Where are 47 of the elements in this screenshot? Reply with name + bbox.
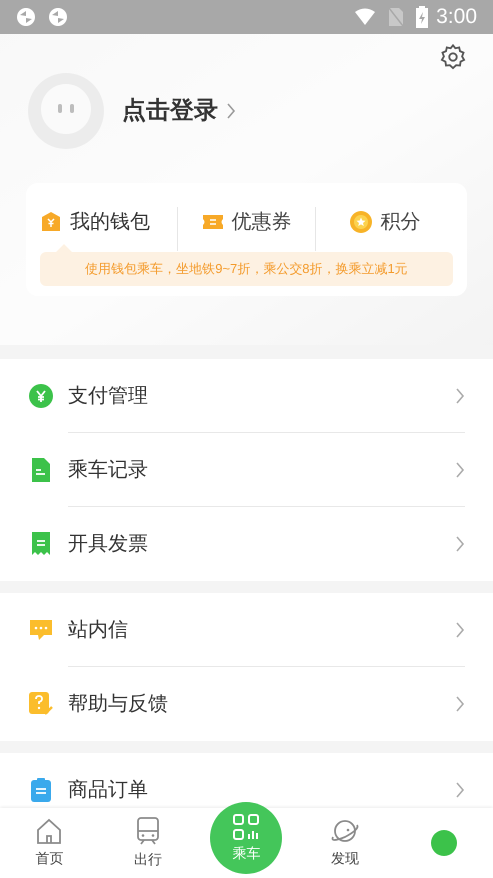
nav-tab[interactable]: 首页 — [35, 808, 64, 878]
chevron-right-icon — [455, 695, 465, 713]
menu-item[interactable]: 商品订单 — [0, 753, 493, 808]
wifi-icon — [354, 8, 376, 26]
clock-time: 3:00 — [436, 4, 477, 30]
sync-icon — [48, 7, 68, 27]
battery-charging-icon — [416, 6, 428, 28]
wallet-tab[interactable]: 优惠券 — [202, 207, 292, 251]
settings-icon[interactable] — [439, 43, 467, 71]
chevron-right-icon — [455, 535, 465, 553]
yen-icon — [28, 383, 54, 409]
menu-item[interactable]: 站内信 — [0, 593, 493, 667]
chat-icon — [28, 618, 54, 642]
menu-label: 帮助与反馈 — [68, 692, 169, 717]
qr-code-icon — [232, 812, 260, 840]
login-link[interactable]: 点击登录 — [122, 93, 236, 129]
help-icon — [28, 691, 54, 717]
receipt-icon — [30, 531, 52, 557]
chevron-right-icon — [455, 460, 465, 478]
wallet-tab[interactable]: 积分 — [348, 207, 420, 251]
promo-banner: 使用钱包乘车，坐地铁9~7折，乘公交8折，换乘立减1元 — [40, 252, 453, 286]
menu-label: 开具发票 — [68, 532, 149, 557]
chevron-right-icon — [455, 386, 465, 404]
menu-item[interactable]: 支付管理 — [0, 359, 493, 433]
nav-tab[interactable]: 出行 — [134, 808, 162, 878]
menu-item[interactable]: 开具发票 — [0, 507, 493, 581]
home-icon — [35, 817, 64, 845]
sync-icon — [16, 7, 36, 27]
menu-label: 站内信 — [68, 618, 129, 642]
menu-label: 乘车记录 — [68, 458, 149, 482]
document-icon — [30, 457, 52, 483]
wallet-icon — [40, 211, 62, 233]
no-sim-icon — [388, 7, 404, 27]
menu-label: 商品订单 — [68, 778, 149, 803]
chevron-right-icon — [455, 781, 465, 799]
avatar-icon — [26, 73, 106, 149]
chevron-right-icon — [226, 102, 236, 120]
clipboard-icon — [30, 777, 52, 803]
planet-icon — [330, 817, 360, 845]
chevron-right-icon — [455, 620, 465, 638]
menu-item[interactable]: 乘车记录 — [0, 433, 493, 507]
menu-item[interactable]: 帮助与反馈 — [0, 667, 493, 741]
menu-label: 支付管理 — [68, 384, 149, 408]
nav-tab[interactable]: 发现 — [330, 808, 360, 878]
ticket-icon — [202, 212, 224, 232]
star-coin-icon — [348, 210, 372, 234]
avatar-icon — [430, 830, 457, 856]
